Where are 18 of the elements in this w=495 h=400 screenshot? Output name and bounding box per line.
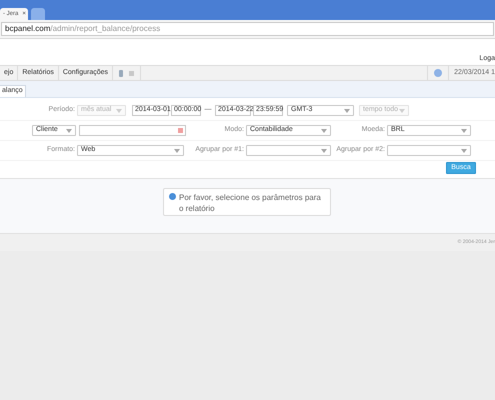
caret-icon (66, 128, 72, 132)
phone-icon[interactable] (119, 70, 123, 76)
address-bar[interactable]: bcpanel.com/admin/report_balance/process (1, 22, 494, 36)
caret-icon (321, 148, 327, 152)
caret-icon (116, 108, 122, 112)
caret-icon (399, 108, 405, 112)
select-field[interactable] (246, 145, 331, 156)
caret-icon (344, 108, 350, 112)
message-text: Por favor, selecione os parâmetros para o relatório (179, 192, 322, 214)
input-field[interactable] (79, 125, 186, 136)
select-field[interactable] (387, 145, 471, 156)
info-icon (169, 193, 176, 200)
info-icon[interactable] (434, 69, 442, 77)
caret-icon (461, 148, 467, 152)
caret-icon (174, 148, 180, 152)
caret-icon (321, 128, 327, 132)
browser-tab[interactable] (31, 8, 45, 20)
caret-icon (461, 128, 467, 132)
